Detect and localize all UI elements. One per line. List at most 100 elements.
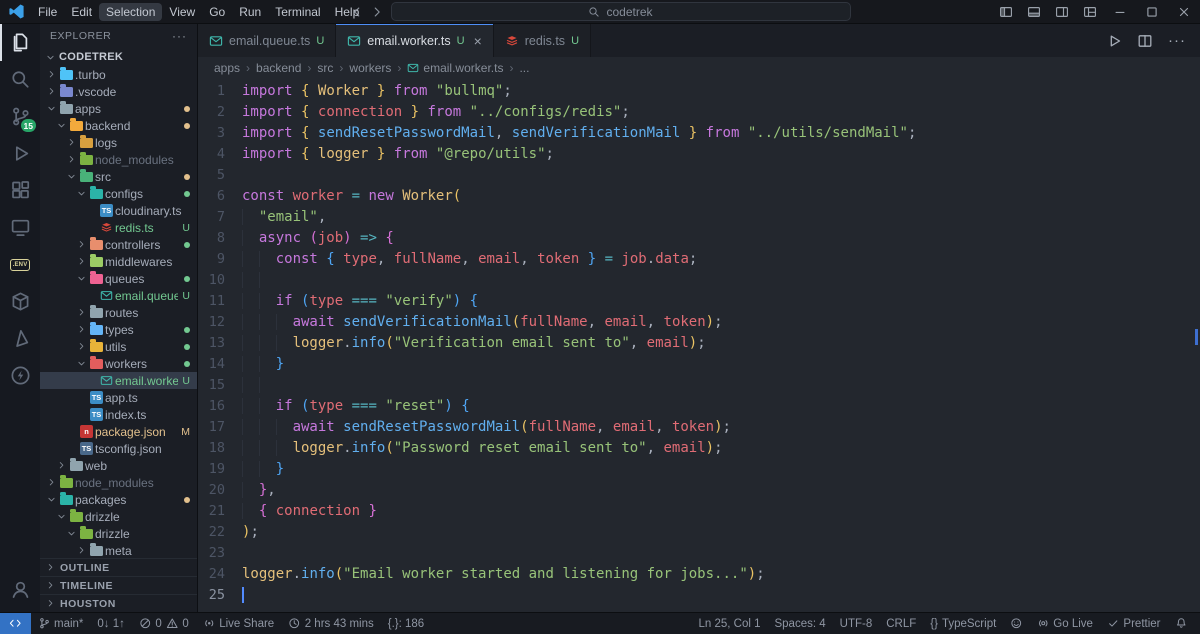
code-line[interactable]: 8 async (job) => { xyxy=(198,228,1200,249)
code-line[interactable]: 13 logger.info("Verification email sent … xyxy=(198,333,1200,354)
forward-icon[interactable] xyxy=(370,5,384,19)
activity-run-and-debug[interactable] xyxy=(0,135,40,172)
section-outline[interactable]: OUTLINE xyxy=(40,558,197,576)
command-center-search[interactable]: codetrek xyxy=(390,2,851,21)
tree-item-email-worker[interactable]: email.worker...U xyxy=(40,372,197,389)
code-line[interactable]: 20 }, xyxy=(198,480,1200,501)
tree-item-queues[interactable]: queues xyxy=(40,270,197,287)
status-live-share[interactable]: Live Share xyxy=(196,613,281,634)
status-indentation[interactable]: Spaces: 4 xyxy=(767,613,832,634)
code-line[interactable]: 23 xyxy=(198,543,1200,564)
menu-run[interactable]: Run xyxy=(232,3,268,21)
section-houston[interactable]: HOUSTON xyxy=(40,594,197,612)
status-remote-indicator[interactable] xyxy=(0,613,31,634)
code-line[interactable]: 14 } xyxy=(198,354,1200,375)
tree-item-app-ts[interactable]: TS app.ts xyxy=(40,389,197,406)
breadcrumb-apps[interactable]: apps xyxy=(214,61,240,75)
code-editor[interactable]: 1 import { Worker } from "bullmq"; 2 import… xyxy=(198,78,1200,612)
maximize-icon[interactable] xyxy=(1136,0,1168,24)
tree-item-backend[interactable]: backend xyxy=(40,117,197,134)
tree-item-turbo[interactable]: .turbo xyxy=(40,66,197,83)
breadcrumb-workers[interactable]: workers xyxy=(349,61,391,75)
activity-prisma[interactable] xyxy=(0,320,40,357)
activity-source-control[interactable]: 15 xyxy=(0,98,40,135)
tree-item-logs[interactable]: logs xyxy=(40,134,197,151)
menu-edit[interactable]: Edit xyxy=(64,3,99,21)
status-encoding[interactable]: UTF-8 xyxy=(833,613,880,634)
close-icon[interactable]: × xyxy=(474,34,482,48)
code-line[interactable]: 10 xyxy=(198,270,1200,291)
code-line[interactable]: 17 await sendResetPasswordMail(fullName,… xyxy=(198,417,1200,438)
tree-item-index-ts[interactable]: TS index.ts xyxy=(40,406,197,423)
minimize-icon[interactable] xyxy=(1104,0,1136,24)
tree-item-package-json[interactable]: n package.json M xyxy=(40,423,197,440)
status-problems[interactable]: 00 xyxy=(132,613,196,634)
status-notifications[interactable] xyxy=(1168,613,1195,634)
section-timeline[interactable]: TIMELINE xyxy=(40,576,197,594)
code-line[interactable]: 3 import { sendResetPasswordMail, sendVer… xyxy=(198,123,1200,144)
tree-item-workers[interactable]: workers xyxy=(40,355,197,372)
tab-email-queue-ts[interactable]: email.queue.ts U xyxy=(198,24,337,57)
status-feedback[interactable] xyxy=(1003,613,1030,634)
code-line[interactable]: 5 xyxy=(198,165,1200,186)
breadcrumb-src[interactable]: src xyxy=(317,61,333,75)
code-line[interactable]: 1 import { Worker } from "bullmq"; xyxy=(198,81,1200,102)
tree-item-configs[interactable]: configs xyxy=(40,185,197,202)
activity-remote-explorer[interactable] xyxy=(0,209,40,246)
code-line[interactable]: 9 const { type, fullName, email, token }… xyxy=(198,249,1200,270)
tree-item-meta[interactable]: meta xyxy=(40,542,197,558)
tab-email-worker-ts[interactable]: email.worker.ts U × xyxy=(336,24,494,57)
activity-dotenv[interactable]: .ENV xyxy=(0,246,40,283)
status-cursor-position[interactable]: Ln 25, Col 1 xyxy=(691,613,767,634)
status-time-tracker[interactable]: 2 hrs 43 mins xyxy=(281,613,381,634)
activity-extensions[interactable] xyxy=(0,172,40,209)
close-icon[interactable] xyxy=(1168,0,1200,24)
status-console-counter[interactable]: {.}: 186 xyxy=(381,613,431,634)
more-actions-button[interactable]: ··· xyxy=(1168,32,1186,49)
breadcrumb-backend[interactable]: backend xyxy=(256,61,301,75)
status-prettier[interactable]: Prettier xyxy=(1100,613,1168,634)
code-line[interactable]: 21 { connection } xyxy=(198,501,1200,522)
tree-item-node-modules[interactable]: node_modules xyxy=(40,474,197,491)
tree-item-controllers[interactable]: controllers xyxy=(40,236,197,253)
status-go-live[interactable]: Go Live xyxy=(1030,613,1100,634)
activity-docker[interactable] xyxy=(0,283,40,320)
code-line[interactable]: 19 } xyxy=(198,459,1200,480)
menu-help[interactable]: Help xyxy=(328,3,367,21)
tree-item-apps[interactable]: apps xyxy=(40,100,197,117)
code-line[interactable]: 18 logger.info("Password reset email sen… xyxy=(198,438,1200,459)
status-git-sync[interactable]: 0↓ 1↑ xyxy=(90,613,132,634)
activity-accounts[interactable] xyxy=(0,571,40,608)
status-end-of-line[interactable]: CRLF xyxy=(879,613,923,634)
code-line[interactable]: 7 "email", xyxy=(198,207,1200,228)
run-button[interactable] xyxy=(1106,33,1122,49)
tree-item-middlewares[interactable]: middlewares xyxy=(40,253,197,270)
tree-item-node-modules[interactable]: node_modules xyxy=(40,151,197,168)
tree-item-drizzle[interactable]: drizzle xyxy=(40,525,197,542)
menu-view[interactable]: View xyxy=(162,3,202,21)
tree-item-redis-ts[interactable]: redis.ts U xyxy=(40,219,197,236)
tree-item-cloudinary-ts[interactable]: TS cloudinary.ts xyxy=(40,202,197,219)
tree-item-vscode[interactable]: .vscode xyxy=(40,83,197,100)
toggle-panel-icon[interactable] xyxy=(1020,0,1048,24)
tree-item-src[interactable]: src xyxy=(40,168,197,185)
code-line[interactable]: 12 await sendVerificationMail(fullName, … xyxy=(198,312,1200,333)
menu-go[interactable]: Go xyxy=(202,3,232,21)
tree-item-tsconfig-json[interactable]: TS tsconfig.json xyxy=(40,440,197,457)
code-line[interactable]: 24 logger.info("Email worker started and … xyxy=(198,564,1200,585)
breadcrumb-overflow[interactable]: ... xyxy=(519,61,529,75)
activity-thunder-client[interactable] xyxy=(0,357,40,394)
menu-file[interactable]: File xyxy=(31,3,64,21)
menu-terminal[interactable]: Terminal xyxy=(268,3,327,21)
tree-item-email-queue-ts[interactable]: email.queue.tsU xyxy=(40,287,197,304)
menu-selection[interactable]: Selection xyxy=(99,2,163,21)
tree-item-web[interactable]: web xyxy=(40,457,197,474)
tree-item-packages[interactable]: packages xyxy=(40,491,197,508)
code-line[interactable]: 15 xyxy=(198,375,1200,396)
tree-item-types[interactable]: types xyxy=(40,321,197,338)
tree-item-routes[interactable]: routes xyxy=(40,304,197,321)
project-root-row[interactable]: CODETREK xyxy=(40,48,197,66)
code-line[interactable]: 11 if (type === "verify") { xyxy=(198,291,1200,312)
activity-search[interactable] xyxy=(0,61,40,98)
status-language-mode[interactable]: {} TypeScript xyxy=(923,613,1003,634)
